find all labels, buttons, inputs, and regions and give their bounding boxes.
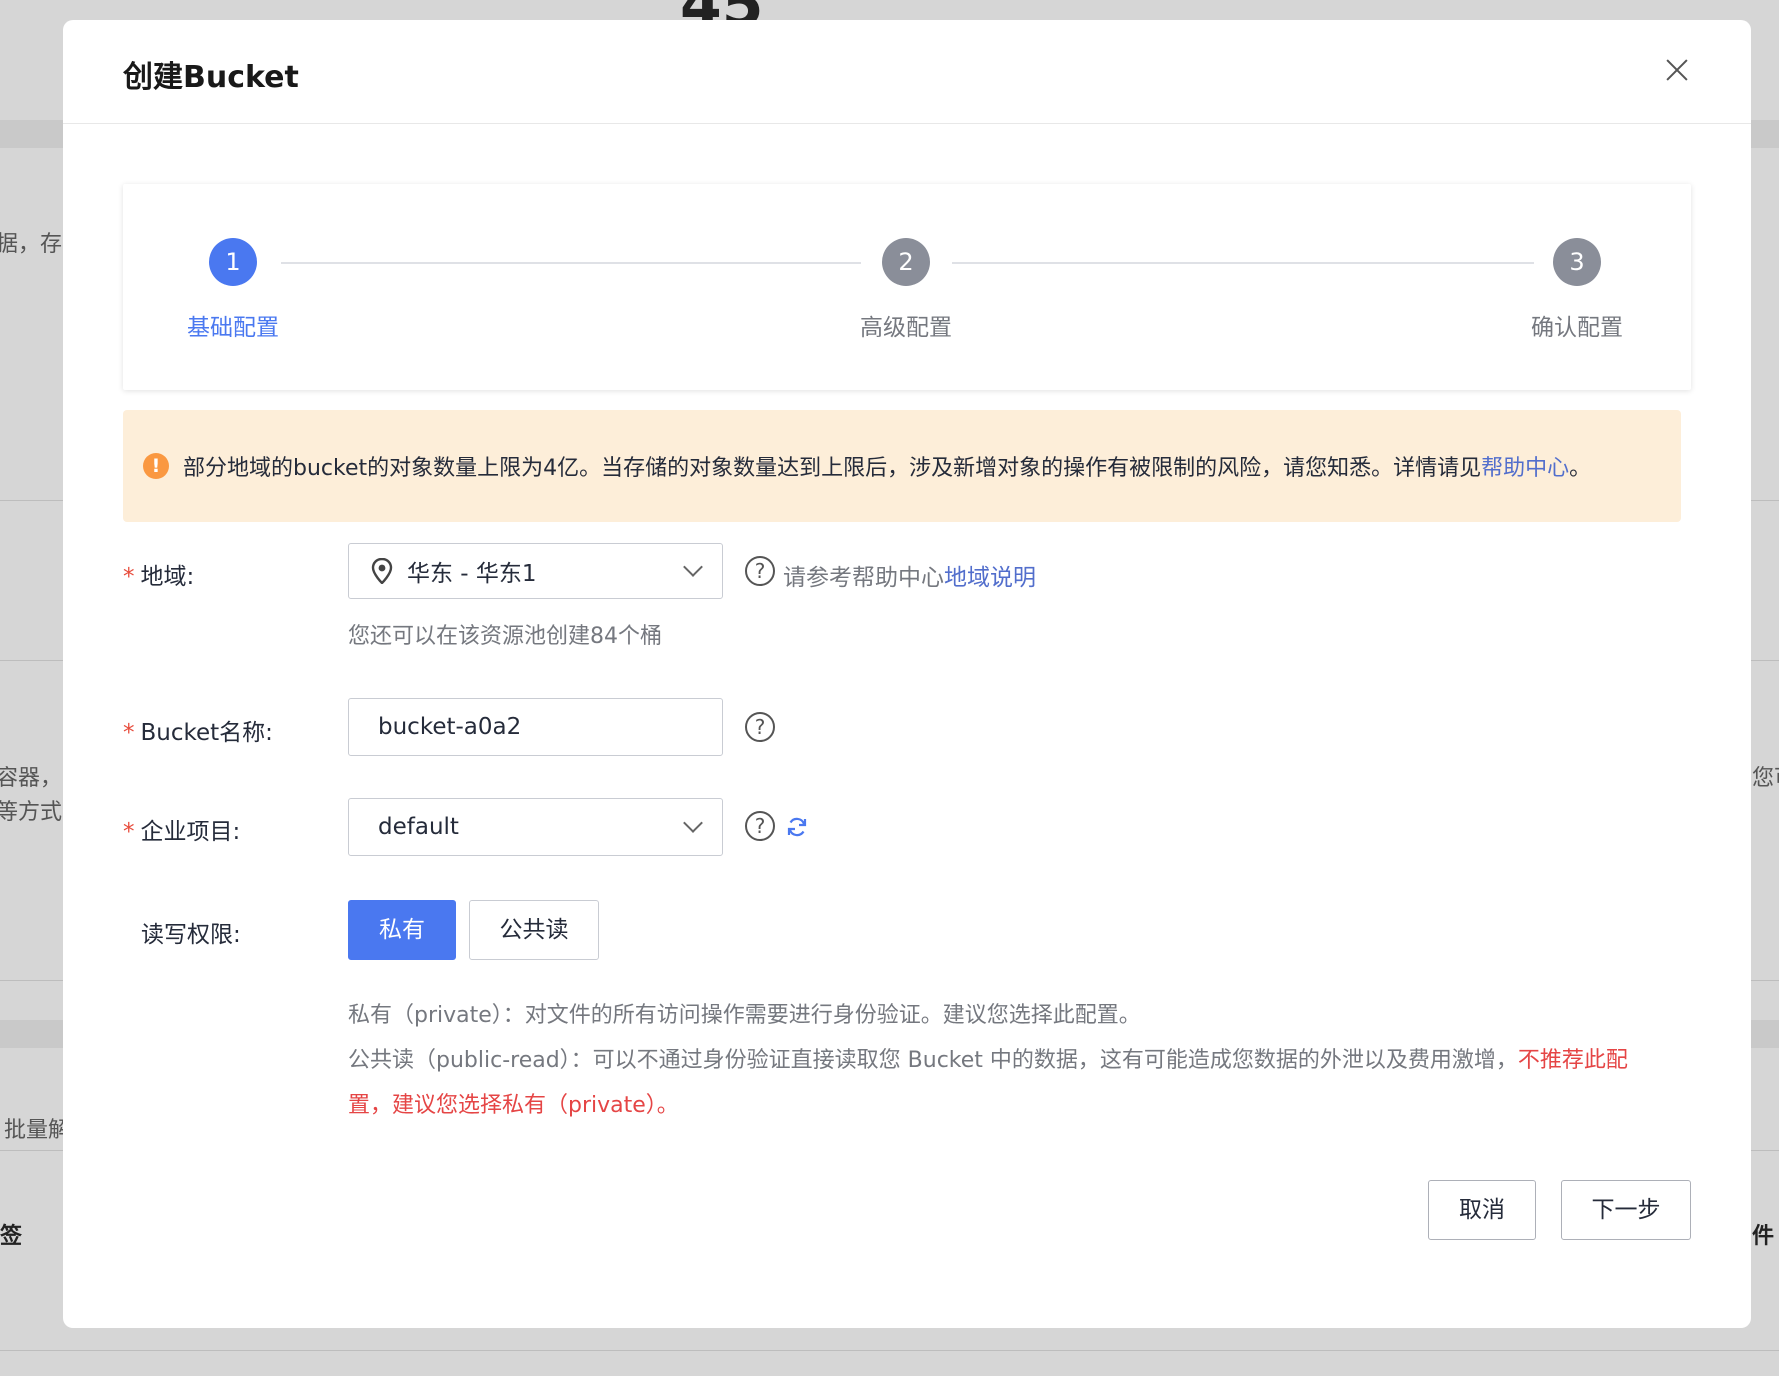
background-divider	[0, 1350, 1779, 1351]
object-limit-alert: ! 部分地域的bucket的对象数量上限为4亿。当存储的对象数量达到上限后，涉及…	[123, 410, 1681, 522]
step-label: 确认配置	[1531, 315, 1623, 341]
permission-label: 读写权限:	[123, 915, 241, 949]
create-bucket-dialog: 创建Bucket 1 基础配置 2 高级配置 3 确认配置 ! 部分地域的buc…	[63, 20, 1751, 1328]
step-2: 2 高级配置	[846, 238, 966, 342]
alert-suffix: 。	[1569, 456, 1592, 481]
help-icon[interactable]: ?	[745, 556, 775, 586]
background-text: 件	[1752, 1224, 1775, 1249]
refresh-icon[interactable]	[786, 816, 808, 838]
cancel-button[interactable]: 取消	[1428, 1180, 1536, 1240]
required-mark: *	[123, 720, 135, 746]
region-doc-link[interactable]: 地域说明	[944, 565, 1036, 591]
region-label: * 地域:	[123, 557, 194, 591]
region-label-text: 地域:	[140, 564, 195, 590]
steps-card: 1 基础配置 2 高级配置 3 确认配置	[123, 184, 1691, 390]
step-3: 3 确认配置	[1517, 238, 1637, 342]
bucket-name-label-text: Bucket名称:	[140, 720, 273, 746]
required-mark: *	[123, 819, 135, 845]
permission-public-read-button[interactable]: 公共读	[469, 900, 599, 960]
dialog-title: 创建Bucket	[123, 60, 299, 95]
region-value: 华东 - 华东1	[407, 561, 537, 587]
help-center-link[interactable]: 帮助中心	[1481, 456, 1569, 481]
region-help: 请参考帮助中心地域说明	[783, 558, 1036, 592]
bucket-name-label: * Bucket名称:	[123, 713, 273, 747]
step-connector	[952, 262, 1534, 264]
alert-message: 部分地域的bucket的对象数量上限为4亿。当存储的对象数量达到上限后，涉及新增…	[183, 450, 1591, 482]
permission-warning: 不推荐此配	[1517, 1048, 1628, 1073]
chevron-down-icon	[683, 813, 703, 833]
chevron-down-icon	[683, 557, 703, 577]
help-icon[interactable]: ?	[745, 712, 775, 742]
background-text: 批量解	[4, 1118, 71, 1143]
bucket-quota-hint: 您还可以在该资源池创建84个桶	[348, 624, 662, 649]
enterprise-project-value: default	[378, 814, 459, 840]
warning-icon: !	[143, 453, 169, 479]
step-connector	[281, 262, 861, 264]
bucket-name-value: bucket-a0a2	[378, 714, 522, 740]
region-select[interactable]: 华东 - 华东1	[348, 543, 723, 599]
permission-public-desc: 公共读（public-read）：可以不通过身份验证直接读取您 Bucket 中…	[348, 1042, 1628, 1074]
region-help-prefix: 请参考帮助中心	[783, 565, 944, 591]
background-text: 据，存	[0, 232, 63, 257]
next-step-button[interactable]: 下一步	[1561, 1180, 1691, 1240]
enterprise-project-select[interactable]: default	[348, 798, 723, 856]
permission-warning-cont: 置，建议您选择私有（private）。	[348, 1093, 679, 1118]
step-label: 基础配置	[187, 315, 279, 341]
background-text: 等方式	[0, 800, 63, 825]
background-text: 容器，	[0, 766, 63, 791]
permission-label-text: 读写权限:	[141, 922, 241, 948]
permission-private-desc: 私有（private）：对文件的所有访问操作需要进行身份验证。建议您选择此配置。	[348, 1003, 1141, 1028]
background-text: 您可	[1752, 766, 1779, 791]
permission-public-desc-text: 公共读（public-read）：可以不通过身份验证直接读取您 Bucket 中…	[348, 1048, 1518, 1073]
step-number: 2	[882, 238, 930, 286]
required-mark: *	[123, 564, 135, 590]
step-number: 3	[1553, 238, 1601, 286]
location-pin-icon	[371, 558, 393, 584]
step-1: 1 基础配置	[173, 238, 293, 342]
enterprise-project-label-text: 企业项目:	[140, 819, 241, 845]
bucket-name-input[interactable]: bucket-a0a2	[348, 698, 723, 756]
close-icon[interactable]	[1663, 56, 1691, 84]
help-icon[interactable]: ?	[745, 811, 775, 841]
dialog-header: 创建Bucket	[63, 20, 1751, 124]
alert-text: 部分地域的bucket的对象数量上限为4亿。当存储的对象数量达到上限后，涉及新增…	[183, 456, 1482, 481]
step-label: 高级配置	[860, 315, 952, 341]
background-text: 签	[0, 1224, 23, 1249]
permission-private-button[interactable]: 私有	[348, 900, 456, 960]
enterprise-project-label: * 企业项目:	[123, 812, 240, 846]
step-number: 1	[209, 238, 257, 286]
